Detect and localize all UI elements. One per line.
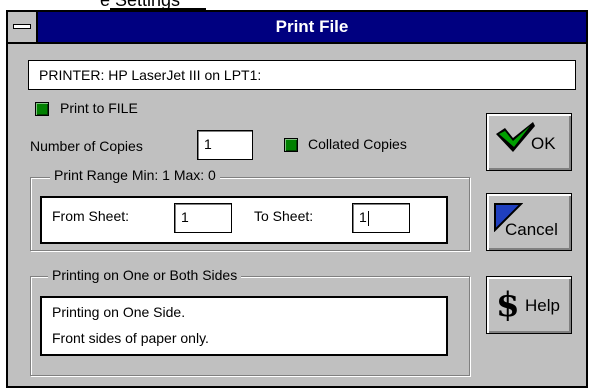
background-window-strip: e Settings bbox=[0, 0, 594, 10]
print-file-dialog: Print File PRINTER: HP LaserJet III on L… bbox=[6, 10, 588, 388]
from-sheet-value: 1 bbox=[181, 209, 189, 225]
print-range-panel: From Sheet: 1 To Sheet: 1 bbox=[40, 196, 448, 244]
printer-field[interactable]: PRINTER: HP LaserJet III on LPT1: bbox=[28, 60, 576, 90]
to-sheet-value: 1 bbox=[359, 209, 367, 225]
copies-label: Number of Copies bbox=[30, 138, 143, 154]
sides-legend: Printing on One or Both Sides bbox=[48, 267, 242, 283]
print-to-file-checkbox[interactable] bbox=[35, 102, 49, 116]
sides-panel: Printing on One Side. Front sides of pap… bbox=[40, 296, 448, 356]
sides-line-2: Front sides of paper only. bbox=[52, 330, 209, 346]
sides-line-1: Printing on One Side. bbox=[52, 304, 186, 320]
from-sheet-input[interactable]: 1 bbox=[174, 203, 232, 233]
sysmenu-icon bbox=[13, 24, 31, 29]
print-range-legend: Print Range Min: 1 Max: 0 bbox=[50, 167, 220, 183]
ok-label: OK bbox=[531, 134, 556, 153]
ok-button[interactable]: OK bbox=[486, 113, 572, 171]
svg-text:$: $ bbox=[496, 286, 520, 322]
dialog-title: Print File bbox=[275, 17, 349, 36]
help-label: Help bbox=[525, 296, 560, 315]
copies-value: 1 bbox=[204, 136, 212, 152]
print-to-file-label: Print to FILE bbox=[60, 100, 138, 116]
help-button[interactable]: $ Help bbox=[486, 276, 572, 334]
collated-copies-checkbox[interactable] bbox=[284, 138, 298, 152]
title-bar[interactable]: Print File bbox=[8, 12, 586, 44]
cancel-label: Cancel bbox=[505, 220, 558, 239]
system-menu-button[interactable] bbox=[8, 12, 38, 42]
text-caret bbox=[367, 210, 369, 226]
cancel-button[interactable]: Cancel bbox=[486, 193, 572, 251]
to-sheet-input[interactable]: 1 bbox=[352, 203, 410, 233]
collated-copies-label: Collated Copies bbox=[308, 136, 407, 152]
copies-input[interactable]: 1 bbox=[197, 130, 253, 160]
to-sheet-label: To Sheet: bbox=[254, 208, 314, 224]
dollar-help-icon: $ bbox=[496, 286, 520, 322]
from-sheet-label: From Sheet: bbox=[52, 208, 130, 224]
